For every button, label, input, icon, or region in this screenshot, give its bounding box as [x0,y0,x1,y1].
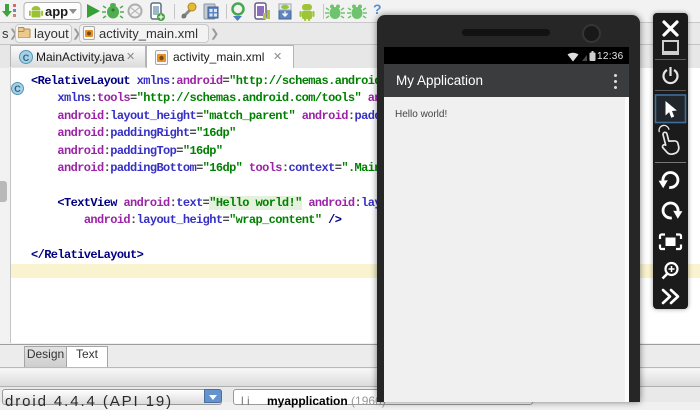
svg-text:C: C [23,53,30,63]
svg-text:app: app [45,4,68,19]
svg-text:C: C [14,84,21,94]
